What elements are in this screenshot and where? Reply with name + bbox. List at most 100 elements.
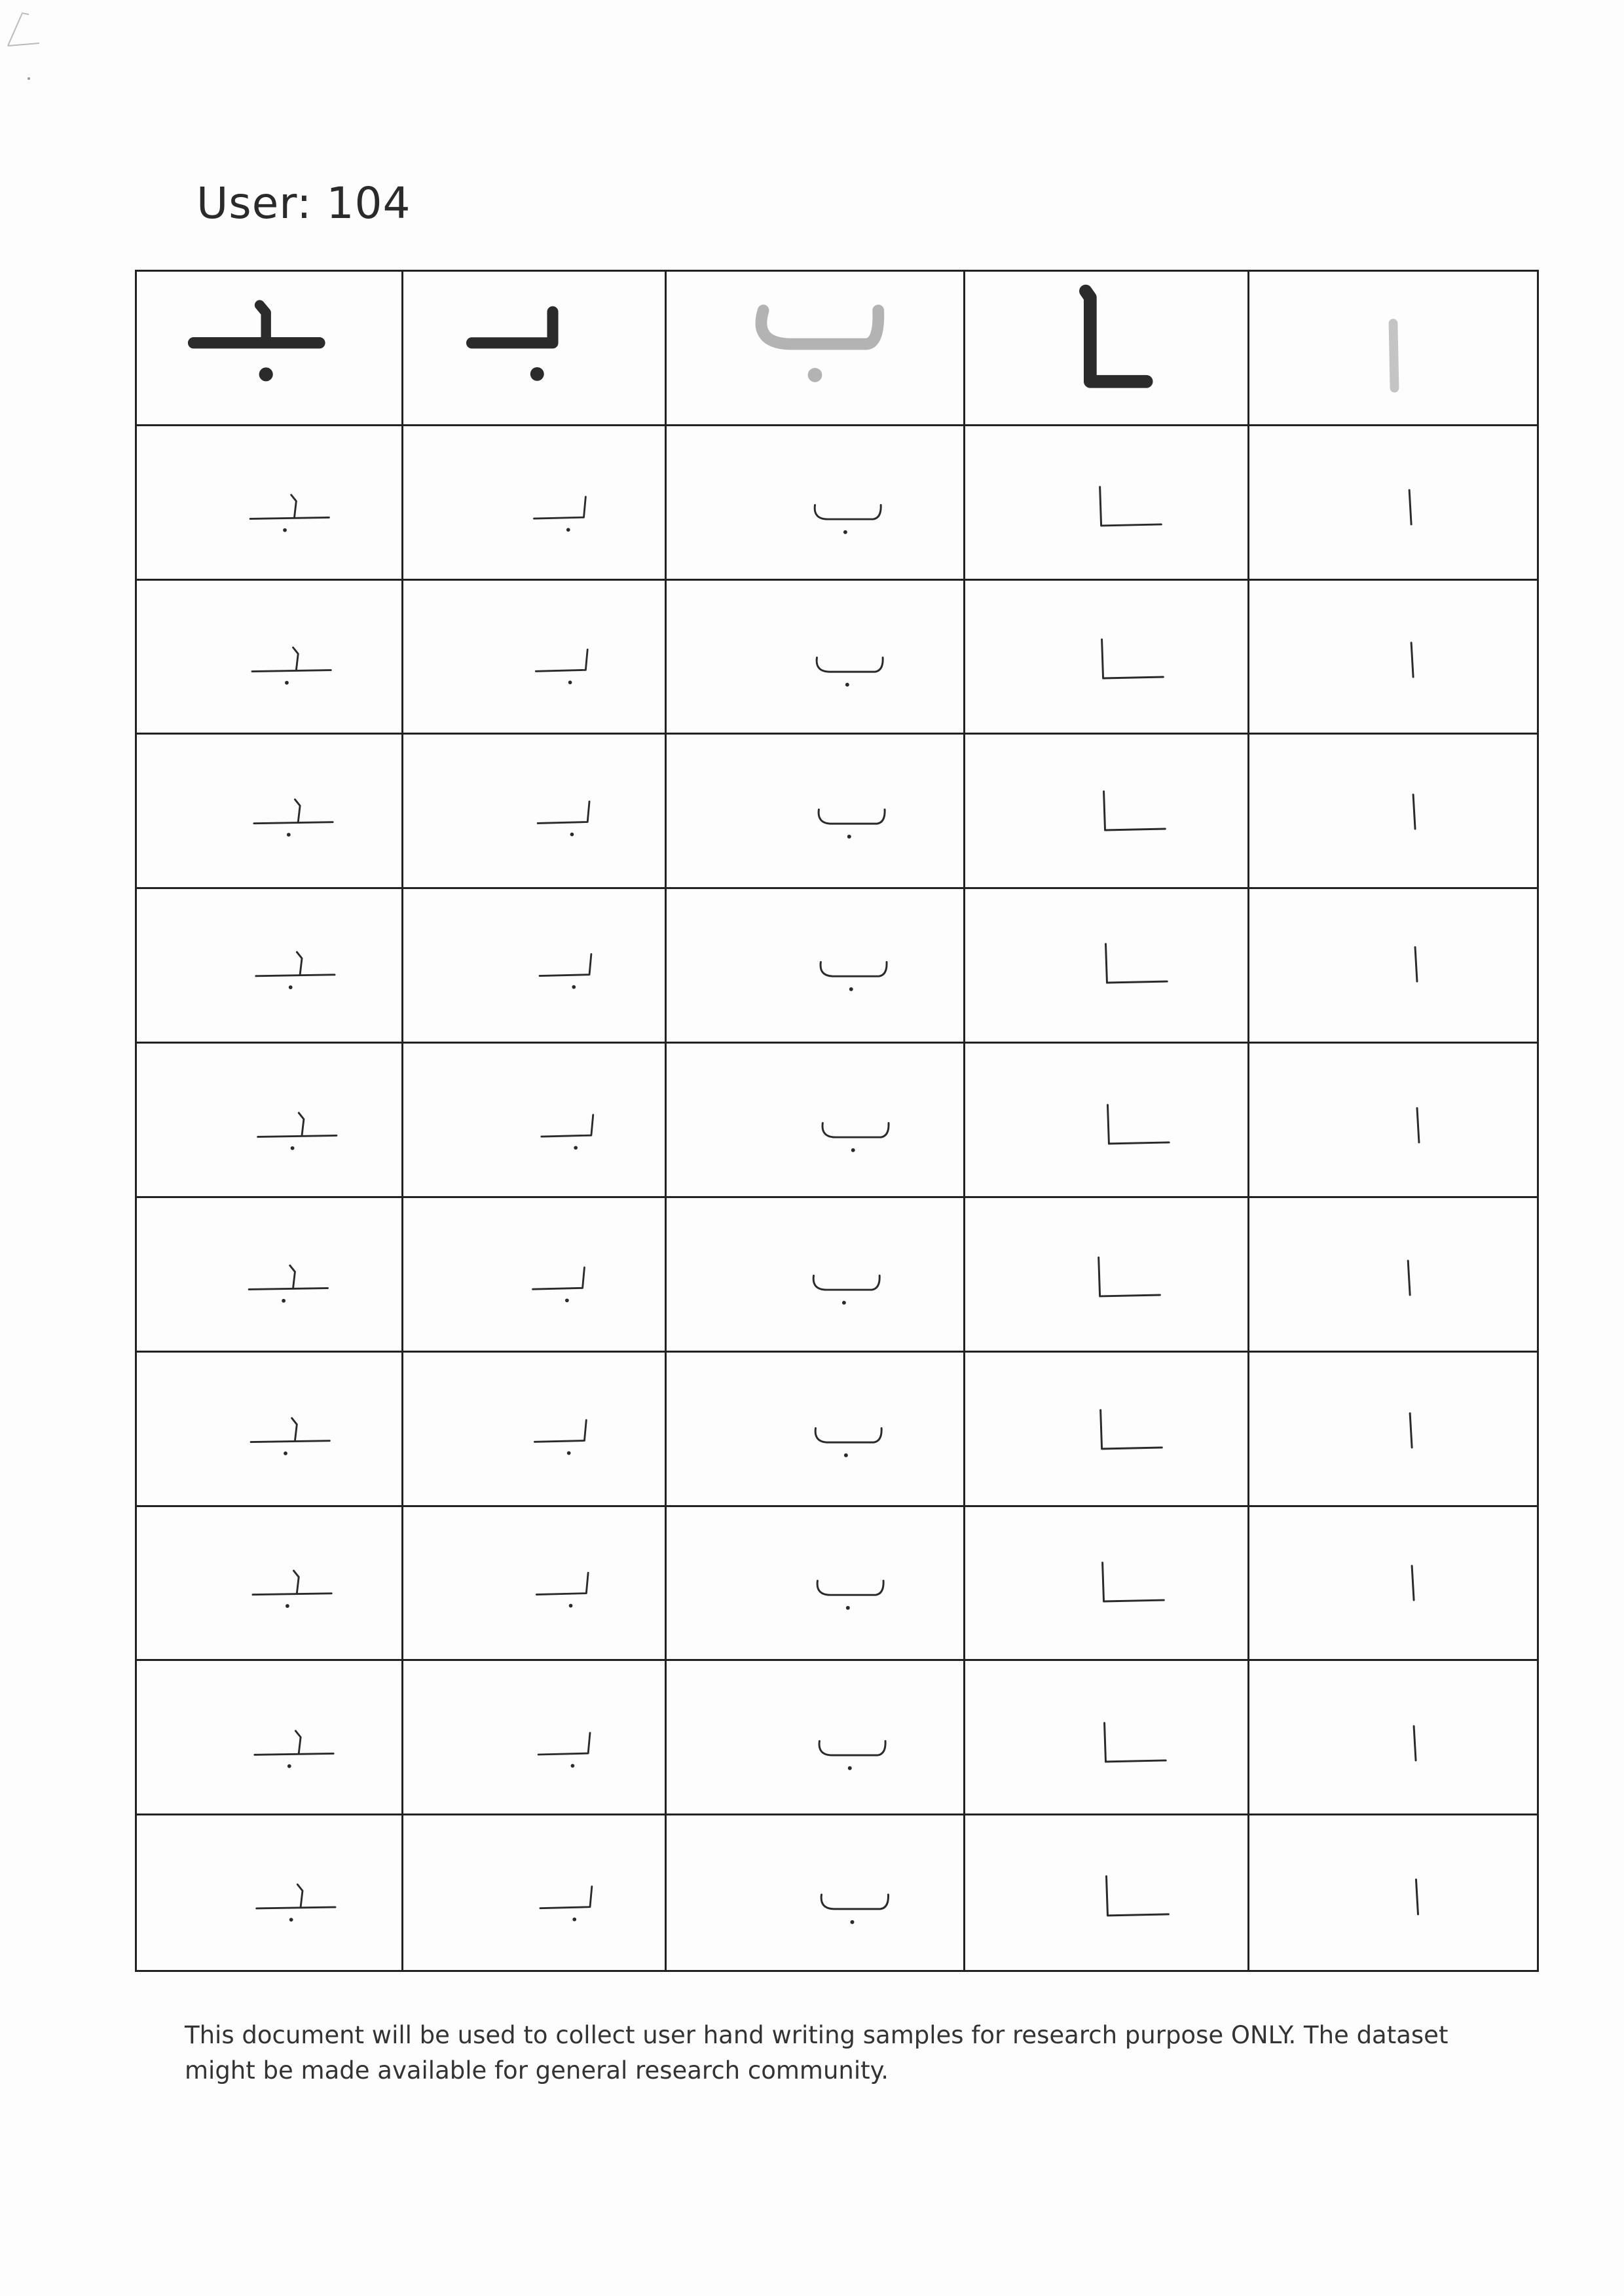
handwritten-glyph bbox=[1410, 641, 1414, 678]
reference-cell-final bbox=[965, 272, 1249, 426]
handwritten-glyph bbox=[819, 961, 888, 992]
sample-cell-isolated bbox=[1249, 1044, 1537, 1198]
sample-cell-isolated bbox=[667, 1661, 965, 1816]
sample-cell-medial bbox=[137, 580, 403, 735]
handwritten-glyph bbox=[813, 503, 882, 534]
research-notice: This document will be used to collect us… bbox=[185, 2021, 1449, 2085]
handwritten-glyph bbox=[1411, 1564, 1415, 1601]
sample-cell-final bbox=[965, 1506, 1249, 1662]
sample-cell-final bbox=[965, 580, 1249, 735]
handwritten-glyph bbox=[1105, 943, 1168, 984]
handwritten-glyph bbox=[538, 953, 593, 989]
handwritten-glyph bbox=[248, 1264, 329, 1303]
handwritten-glyph bbox=[253, 1730, 335, 1768]
handwritten-glyph bbox=[818, 1740, 887, 1771]
handwritten-glyph bbox=[1408, 488, 1412, 526]
handwritten-glyph bbox=[249, 1417, 331, 1455]
handwritten-glyph bbox=[540, 1114, 595, 1150]
sample-cell-final bbox=[965, 735, 1249, 890]
handwritten-glyph bbox=[257, 1112, 338, 1150]
sample-cell-isolated bbox=[667, 735, 965, 890]
sample-cell-final bbox=[965, 1661, 1249, 1816]
sample-cell-initial bbox=[403, 1197, 667, 1353]
handwritten-glyph bbox=[1414, 946, 1418, 983]
handwritten-glyph bbox=[249, 494, 330, 532]
handwritten-glyph bbox=[251, 646, 332, 685]
handwritten-glyph bbox=[1409, 1412, 1413, 1449]
handwritten-glyph bbox=[1105, 1875, 1170, 1917]
handwritten-glyph bbox=[1098, 1256, 1161, 1298]
sample-cell-medial bbox=[137, 1506, 403, 1662]
sample-cell-medial bbox=[137, 1197, 403, 1353]
sample-cell-initial bbox=[403, 580, 667, 735]
sample-cell-medial bbox=[137, 1815, 403, 1970]
handwritten-glyph bbox=[253, 799, 334, 837]
sample-cell-final bbox=[965, 1044, 1249, 1198]
handwritten-glyph bbox=[815, 656, 884, 687]
handwritten-glyph bbox=[814, 1427, 883, 1457]
sample-cell-medial bbox=[137, 1044, 403, 1198]
sample-cell-isolated bbox=[1249, 735, 1537, 890]
handwritten-glyph bbox=[1407, 1260, 1411, 1296]
reference-cell-medial bbox=[137, 272, 403, 426]
handwritten-glyph bbox=[537, 1732, 591, 1768]
handwritten-glyph bbox=[534, 648, 589, 684]
sample-cell-isolated bbox=[667, 889, 965, 1044]
handwritten-glyph bbox=[539, 1886, 593, 1922]
sample-cell-isolated bbox=[667, 1352, 965, 1507]
sample-cell-isolated bbox=[1249, 1198, 1537, 1353]
sample-cell-medial bbox=[137, 889, 403, 1044]
handwritten-glyph bbox=[812, 1274, 881, 1305]
sample-cell-medial bbox=[137, 735, 403, 890]
sample-cell-final bbox=[965, 889, 1249, 1044]
reference-cell-initial bbox=[403, 272, 667, 426]
sample-cell-initial bbox=[403, 889, 667, 1044]
handwritten-glyph bbox=[821, 1121, 890, 1152]
handwritten-glyph bbox=[1101, 638, 1164, 680]
handwritten-glyph bbox=[1412, 793, 1416, 830]
sample-cell-isolated bbox=[1249, 1661, 1537, 1816]
reference-cell-isolated bbox=[667, 272, 965, 426]
user-label: User: 104 bbox=[196, 178, 411, 228]
sample-cell-isolated bbox=[667, 1506, 965, 1662]
handwritten-glyph bbox=[1099, 1409, 1163, 1450]
handwritten-glyph bbox=[820, 1893, 889, 1925]
sample-cell-isolated bbox=[667, 1815, 965, 1970]
sample-cell-final bbox=[965, 1352, 1249, 1507]
sample-cell-isolated bbox=[1249, 1507, 1537, 1662]
handwritten-glyph bbox=[1101, 1561, 1165, 1603]
sample-cell-isolated bbox=[667, 580, 965, 735]
reference-glyph bbox=[466, 306, 559, 381]
sample-cell-initial bbox=[403, 1044, 667, 1198]
handwritten-glyph bbox=[255, 951, 336, 990]
sample-cell-isolated bbox=[1249, 889, 1537, 1044]
reference-glyph bbox=[187, 300, 325, 382]
handwritten-glyph bbox=[535, 1571, 589, 1607]
handwritten-glyph bbox=[251, 1569, 333, 1608]
handwritten-glyph bbox=[532, 1266, 585, 1303]
handwritten-glyph bbox=[1099, 486, 1162, 527]
sample-cell-initial bbox=[403, 1815, 667, 1970]
sample-cell-final bbox=[965, 1197, 1249, 1353]
handwritten-glyph bbox=[536, 801, 591, 837]
worksheet-page: User: 104 This document will be used to … bbox=[0, 0, 1624, 2296]
handwritten-glyph bbox=[1412, 1725, 1417, 1762]
handwriting-grid bbox=[135, 270, 1539, 1972]
sample-cell-initial bbox=[403, 1661, 667, 1816]
sample-cell-initial bbox=[403, 1506, 667, 1662]
reference-cell-isolated bbox=[1249, 272, 1537, 426]
sample-cell-initial bbox=[403, 1352, 667, 1507]
sample-cell-initial bbox=[403, 735, 667, 890]
sample-cell-final bbox=[965, 1815, 1249, 1970]
handwritten-glyph bbox=[255, 1884, 337, 1922]
reference-glyph bbox=[1079, 284, 1153, 388]
sample-cell-isolated bbox=[667, 1197, 965, 1353]
sample-cell-final bbox=[965, 426, 1249, 581]
handwritten-glyph bbox=[1106, 1104, 1170, 1145]
handwritten-glyph bbox=[533, 496, 587, 532]
sample-cell-isolated bbox=[667, 1044, 965, 1198]
handwritten-glyph bbox=[1103, 790, 1166, 831]
sample-cell-initial bbox=[403, 426, 667, 581]
handwritten-glyph bbox=[817, 809, 886, 839]
handwritten-glyph bbox=[534, 1419, 587, 1455]
